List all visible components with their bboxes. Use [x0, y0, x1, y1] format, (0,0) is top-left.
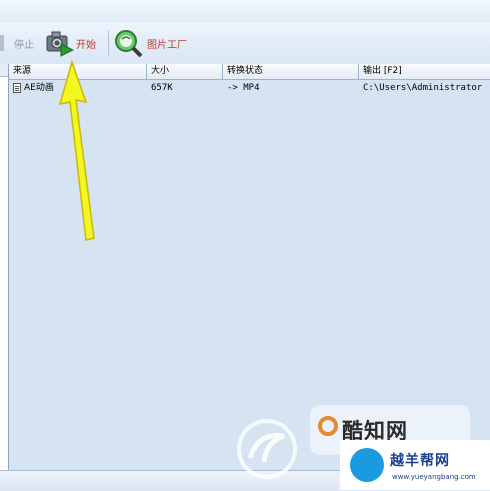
- swirl-watermark-icon: [236, 418, 298, 480]
- left-panel: [0, 64, 9, 470]
- image-factory-button[interactable]: 图片工厂: [112, 27, 187, 59]
- toolbar-divider: [108, 30, 109, 56]
- list-header: 来源 大小 转换状态 输出 [F2]: [9, 64, 490, 80]
- cell-size: 657K: [151, 83, 173, 93]
- left-panel-header: [0, 64, 8, 77]
- yueyang-watermark: 越羊帮网 www.yueyangbang.com: [340, 440, 490, 490]
- stop-icon: [0, 35, 4, 51]
- image-factory-label: 图片工厂: [147, 39, 187, 51]
- table-row[interactable]: AE动画 657K -> MP4 C:\Users\Administrator: [9, 80, 490, 96]
- start-label: 开始: [76, 39, 96, 51]
- cell-source: AE动画: [13, 80, 147, 96]
- title-bar: [0, 0, 490, 23]
- file-icon: [13, 83, 21, 93]
- yueyang-logo-icon: [350, 448, 384, 482]
- cell-output: C:\Users\Administrator: [363, 83, 483, 93]
- column-header-output[interactable]: 输出 [F2]: [359, 64, 490, 79]
- start-button[interactable]: 开始: [44, 27, 96, 59]
- cell-status: -> MP4: [227, 83, 260, 93]
- yueyang-name: 越羊帮网: [390, 453, 450, 469]
- column-header-source[interactable]: 来源: [9, 64, 147, 79]
- camera-play-icon: [44, 29, 74, 57]
- toolbar: 停止 开始 图片工厂: [0, 22, 490, 65]
- stop-label: 停止: [14, 39, 34, 51]
- source-text: AE动画: [24, 83, 54, 93]
- column-header-status[interactable]: 转换状态: [223, 64, 359, 79]
- kuzhiwang-logo-icon: [318, 416, 338, 436]
- column-header-size[interactable]: 大小: [147, 64, 223, 79]
- yueyang-url: www.yueyangbang.com: [392, 473, 476, 481]
- magnifier-globe-icon: [112, 28, 144, 58]
- stop-button[interactable]: 停止: [0, 27, 34, 59]
